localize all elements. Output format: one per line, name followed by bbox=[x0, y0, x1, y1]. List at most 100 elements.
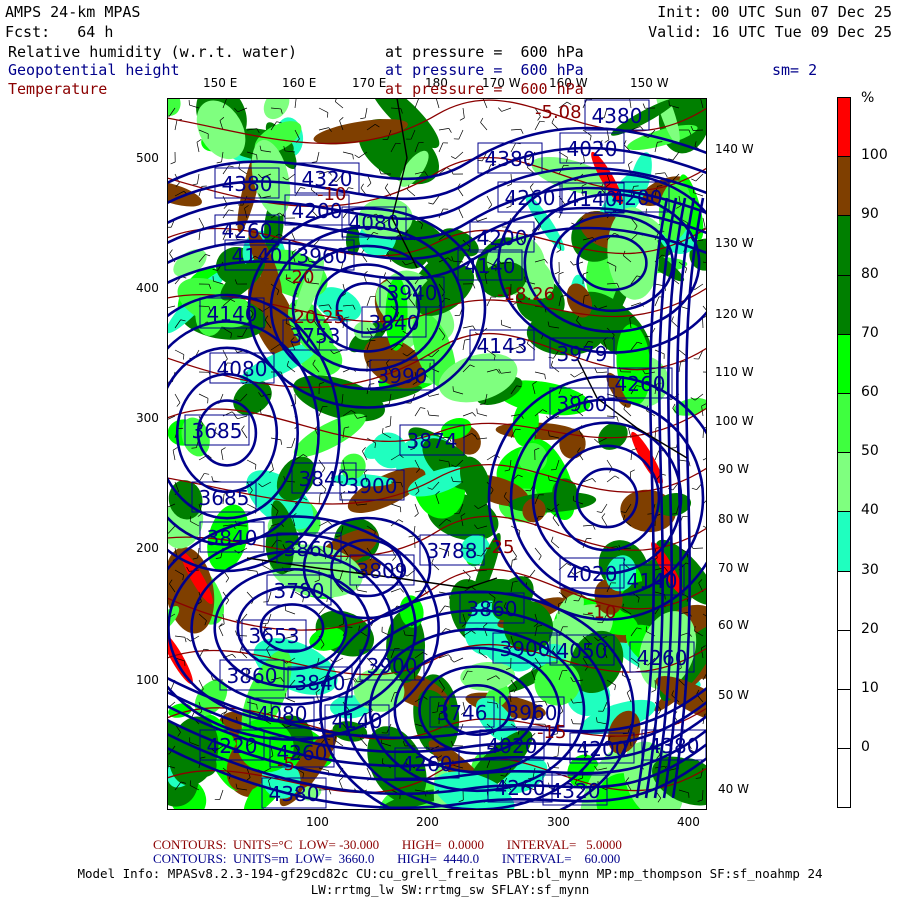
svg-text:4140: 4140 bbox=[465, 254, 516, 278]
temperature-label: -10 bbox=[317, 184, 346, 205]
svg-text:3809: 3809 bbox=[357, 559, 408, 583]
svg-text:3840: 3840 bbox=[207, 526, 258, 550]
weather-map: 43804380 40204380 432042004260 40804260 4140… bbox=[167, 98, 707, 810]
axis-label: 140 W bbox=[715, 142, 754, 156]
svg-text:4260: 4260 bbox=[222, 219, 273, 243]
height-label: 4140 bbox=[224, 239, 290, 271]
forecast-hour: Fcst: 64 h bbox=[5, 23, 114, 41]
temperature-label: -10 bbox=[587, 602, 616, 623]
axis-label: 100 W bbox=[715, 414, 754, 428]
init-time: Init: 00 UTC Sun 07 Dec 25 bbox=[657, 3, 892, 21]
height-label: 4140 bbox=[324, 704, 390, 736]
svg-text:4080: 4080 bbox=[349, 211, 400, 235]
valid-time: Valid: 16 UTC Tue 09 Dec 25 bbox=[648, 23, 892, 41]
svg-text:4143: 4143 bbox=[477, 334, 528, 358]
height-label: 3840 bbox=[361, 306, 427, 338]
axis-label: 120 W bbox=[715, 307, 754, 321]
height-label: 4020 bbox=[479, 729, 545, 761]
axis-label: 150 E bbox=[203, 76, 238, 90]
colorbar-swatch bbox=[837, 156, 851, 217]
field-temp-level: at pressure = 600 hPa bbox=[385, 80, 584, 98]
svg-text:4200: 4200 bbox=[477, 226, 528, 250]
temperature-label: -5 bbox=[277, 754, 295, 775]
height-label: 4320 bbox=[542, 774, 608, 806]
svg-text:3840: 3840 bbox=[369, 311, 420, 335]
height-label: 4200 bbox=[604, 181, 670, 213]
svg-text:3960: 3960 bbox=[557, 392, 608, 416]
height-label: 3860 bbox=[459, 592, 525, 624]
height-label: 3874 bbox=[399, 424, 465, 456]
axis-label: 170 E bbox=[352, 76, 387, 90]
height-label: 3780 bbox=[266, 574, 332, 606]
svg-text:4050: 4050 bbox=[557, 639, 608, 663]
colorbar-swatch bbox=[837, 629, 851, 690]
svg-text:3840: 3840 bbox=[299, 467, 350, 491]
axis-label: 90 W bbox=[718, 462, 749, 476]
axis-label: 200 bbox=[136, 541, 159, 555]
svg-text:4320: 4320 bbox=[550, 779, 601, 803]
axis-label: 100 bbox=[136, 673, 159, 687]
height-label: 4200 bbox=[469, 221, 535, 253]
colorbar-label: 50 bbox=[861, 443, 879, 460]
height-label: 3840 bbox=[287, 666, 353, 698]
axis-label: 150 W bbox=[630, 76, 669, 90]
colorbar-unit: % bbox=[861, 90, 875, 106]
svg-text:4380: 4380 bbox=[222, 172, 273, 196]
height-label: 3940 bbox=[379, 276, 445, 308]
axis-label: 70 W bbox=[718, 561, 749, 575]
height-label: 4080 bbox=[249, 697, 315, 729]
svg-text:3960: 3960 bbox=[297, 244, 348, 268]
svg-text:4080: 4080 bbox=[257, 702, 308, 726]
svg-text:4200: 4200 bbox=[612, 186, 663, 210]
height-label: 3860 bbox=[219, 659, 285, 691]
height-label: 4260 bbox=[487, 771, 553, 803]
height-label: 4380 bbox=[261, 777, 327, 809]
colorbar-label: 100 bbox=[861, 147, 888, 164]
colorbar-label: 90 bbox=[861, 206, 879, 223]
svg-text:4020: 4020 bbox=[487, 734, 538, 758]
height-label: 4140 bbox=[619, 564, 685, 596]
height-label: 3653 bbox=[241, 619, 307, 651]
svg-text:3874: 3874 bbox=[407, 429, 458, 453]
svg-text:4220: 4220 bbox=[207, 734, 258, 758]
svg-text:3840: 3840 bbox=[295, 671, 346, 695]
svg-text:4260: 4260 bbox=[495, 776, 546, 800]
axis-label: 60 W bbox=[718, 618, 749, 632]
axis-label: 50 W bbox=[718, 688, 749, 702]
field-height-name: Geopotential height bbox=[8, 61, 180, 79]
height-label: 4380 bbox=[584, 99, 650, 131]
height-label: 3900 bbox=[359, 649, 425, 681]
colorbar-swatch bbox=[837, 393, 851, 454]
height-label: 3788 bbox=[419, 534, 485, 566]
svg-text:4020: 4020 bbox=[567, 137, 618, 161]
colorbar-label: 70 bbox=[861, 324, 879, 341]
height-label: 3746 bbox=[429, 696, 495, 728]
height-label: 4260 bbox=[607, 367, 673, 399]
temperature-label: -20.25 bbox=[287, 307, 345, 328]
height-label: 4140 bbox=[199, 297, 265, 329]
axis-label: 400 bbox=[136, 281, 159, 295]
height-label: 4220 bbox=[199, 729, 265, 761]
colorbar-swatch bbox=[837, 452, 851, 513]
colorbar-swatch bbox=[837, 511, 851, 572]
axis-label: 160 E bbox=[282, 76, 317, 90]
svg-text:4140: 4140 bbox=[567, 187, 618, 211]
colorbar-label: 60 bbox=[861, 384, 879, 400]
model-info: Model Info: MPASv8.2.3-194-gf29cd82c CU:… bbox=[77, 866, 823, 881]
svg-text:3788: 3788 bbox=[427, 539, 478, 563]
height-label: 4080 bbox=[341, 206, 407, 238]
axis-label: 80 W bbox=[718, 512, 749, 526]
svg-text:4260: 4260 bbox=[505, 186, 556, 210]
colorbar-label: 80 bbox=[861, 265, 879, 282]
svg-text:3746: 3746 bbox=[437, 701, 488, 725]
temperature-label: -25 bbox=[485, 537, 514, 558]
height-label: 3860 bbox=[276, 532, 342, 564]
colorbar-swatch bbox=[837, 215, 851, 276]
height-label: 3960 bbox=[289, 239, 355, 271]
height-label: 4380 bbox=[477, 142, 543, 174]
colorbar-label: 20 bbox=[861, 620, 879, 637]
svg-text:4080: 4080 bbox=[217, 357, 268, 381]
svg-text:4380: 4380 bbox=[592, 104, 643, 128]
axis-label: 500 bbox=[136, 151, 159, 165]
height-label: 4020 bbox=[559, 132, 625, 164]
